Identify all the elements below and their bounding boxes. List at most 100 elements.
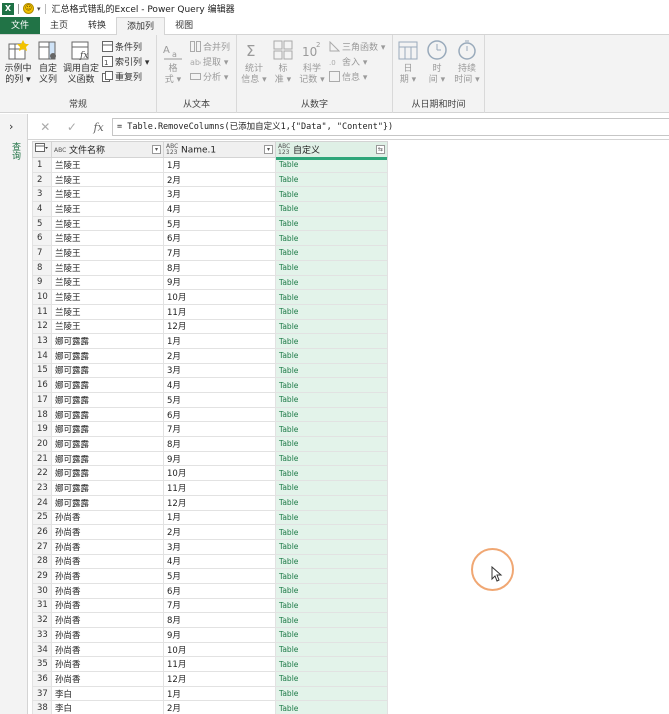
cell-name1[interactable]: 11月 [163,480,276,496]
cell-table-link[interactable]: Table [275,362,388,379]
cell-filename[interactable]: 孙尚香 [51,509,164,526]
cell-table-link[interactable]: Table [275,274,388,291]
table-row[interactable]: 15 娜可露露 3月 Table [32,362,388,379]
cell-table-link[interactable]: Table [275,245,388,261]
filter-dropdown-icon[interactable]: ▾ [152,145,161,154]
row-number[interactable]: 8 [32,259,52,276]
any-type-icon[interactable]: ABC 123 [166,143,178,156]
cell-table-link[interactable]: Table [275,480,388,496]
custom-column-button[interactable]: 自定 义列 [35,39,61,86]
cell-filename[interactable]: 孙尚香 [51,538,164,555]
cell-name1[interactable]: 4月 [163,201,276,217]
row-number[interactable]: 35 [32,656,52,673]
row-number[interactable]: 18 [32,406,52,423]
cell-name1[interactable]: 12月 [163,318,276,335]
table-row[interactable]: 4 兰陵王 4月 Table [32,201,388,217]
cell-table-link[interactable]: Table [275,436,388,452]
cell-name1[interactable]: 4月 [163,377,276,393]
cell-name1[interactable]: 1月 [163,509,276,526]
cell-table-link[interactable]: Table [275,671,388,687]
cell-table-link[interactable]: Table [275,524,388,540]
column-header-filename[interactable]: ABC 文件名称 ▾ [51,141,164,158]
cell-table-link[interactable]: Table [275,597,388,614]
text-type-icon[interactable]: ABC [54,147,66,154]
cell-filename[interactable]: 兰陵王 [51,186,164,203]
formula-input[interactable]: = Table.RemoveColumns(已添加自定义1,{"Data", "… [112,118,669,136]
row-number[interactable]: 25 [32,509,52,526]
select-all-table-icon[interactable] [32,141,52,158]
cell-table-link[interactable]: Table [275,289,388,305]
row-number[interactable]: 15 [32,362,52,379]
smiley-feedback-icon[interactable]: ☺ [23,3,34,14]
cell-filename[interactable]: 娜可露露 [51,494,164,511]
cell-filename[interactable]: 李白 [51,685,164,702]
cell-table-link[interactable]: Table [275,171,388,188]
cell-filename[interactable]: 娜可露露 [51,362,164,379]
table-row[interactable]: 38 李白 2月 Table [32,700,388,714]
cell-filename[interactable]: 兰陵王 [51,201,164,217]
tab-view[interactable]: 视图 [165,17,203,34]
row-number[interactable]: 16 [32,377,52,393]
cell-filename[interactable]: 娜可露露 [51,480,164,496]
row-number[interactable]: 1 [32,157,52,173]
any-type-icon[interactable]: ABC 123 [278,144,290,156]
statistics-button[interactable]: Σ 统计 信息 ▾ [240,39,268,86]
cell-filename[interactable]: 孙尚香 [51,671,164,687]
table-row[interactable]: 18 娜可露露 6月 Table [32,406,388,423]
row-number[interactable]: 36 [32,671,52,687]
cell-table-link[interactable]: Table [275,612,388,628]
table-row[interactable]: 13 娜可露露 1月 Table [32,333,388,349]
cell-filename[interactable]: 孙尚香 [51,597,164,614]
scientific-button[interactable]: 10 2 科学 记数 ▾ [297,39,327,86]
cell-filename[interactable]: 孙尚香 [51,612,164,628]
trigonometry-button[interactable]: 三角函数 ▾ [329,39,385,53]
column-header-custom[interactable]: ABC 123 自定义 ⇆ [275,141,388,160]
cell-filename[interactable]: 娜可露露 [51,465,164,482]
cell-filename[interactable]: 兰陵王 [51,289,164,305]
cell-table-link[interactable]: Table [275,538,388,555]
row-number[interactable]: 23 [32,480,52,496]
table-row[interactable]: 34 孙尚香 10月 Table [32,641,388,658]
cell-name1[interactable]: 7月 [163,245,276,261]
cell-table-link[interactable]: Table [275,186,388,203]
table-row[interactable]: 5 兰陵王 5月 Table [32,215,388,232]
cell-name1[interactable]: 3月 [163,186,276,203]
cell-table-link[interactable]: Table [275,392,388,408]
cell-name1[interactable]: 12月 [163,494,276,511]
cell-table-link[interactable]: Table [275,406,388,423]
cell-table-link[interactable]: Table [275,318,388,335]
row-number[interactable]: 28 [32,553,52,570]
table-row[interactable]: 12 兰陵王 12月 Table [32,318,388,335]
table-row[interactable]: 28 孙尚香 4月 Table [32,553,388,570]
cancel-formula-icon[interactable]: ✕ [40,120,50,134]
row-number[interactable]: 31 [32,597,52,614]
column-header-name1[interactable]: ABC 123 Name.1 ▾ [163,141,276,158]
cell-filename[interactable]: 兰陵王 [51,245,164,261]
cell-name1[interactable]: 4月 [163,553,276,570]
quick-access-dropdown-icon[interactable]: ▾ [37,5,41,13]
tab-add-column[interactable]: 添加列 [116,17,166,35]
cell-name1[interactable]: 2月 [163,171,276,188]
row-number[interactable]: 21 [32,450,52,467]
cell-name1[interactable]: 1月 [163,333,276,349]
row-number[interactable]: 33 [32,627,52,643]
cell-name1[interactable]: 10月 [163,641,276,658]
table-row[interactable]: 10 兰陵王 10月 Table [32,289,388,305]
expand-queries-chevron-icon[interactable]: › [9,120,13,133]
cell-name1[interactable]: 5月 [163,215,276,232]
cell-table-link[interactable]: Table [275,303,388,320]
cell-filename[interactable]: 兰陵王 [51,230,164,247]
cell-filename[interactable]: 孙尚香 [51,553,164,570]
row-number[interactable]: 7 [32,245,52,261]
row-number[interactable]: 38 [32,700,52,714]
cell-table-link[interactable]: Table [275,450,388,467]
cell-name1[interactable]: 2月 [163,524,276,540]
table-row[interactable]: 17 娜可露露 5月 Table [32,392,388,408]
tab-transform[interactable]: 转换 [78,17,116,34]
format-button[interactable]: Aa 格 式 ▾ [160,39,186,86]
cell-name1[interactable]: 9月 [163,627,276,643]
cell-name1[interactable]: 2月 [163,700,276,714]
cell-table-link[interactable]: Table [275,215,388,232]
row-number[interactable]: 19 [32,421,52,438]
table-row[interactable]: 22 娜可露露 10月 Table [32,465,388,482]
